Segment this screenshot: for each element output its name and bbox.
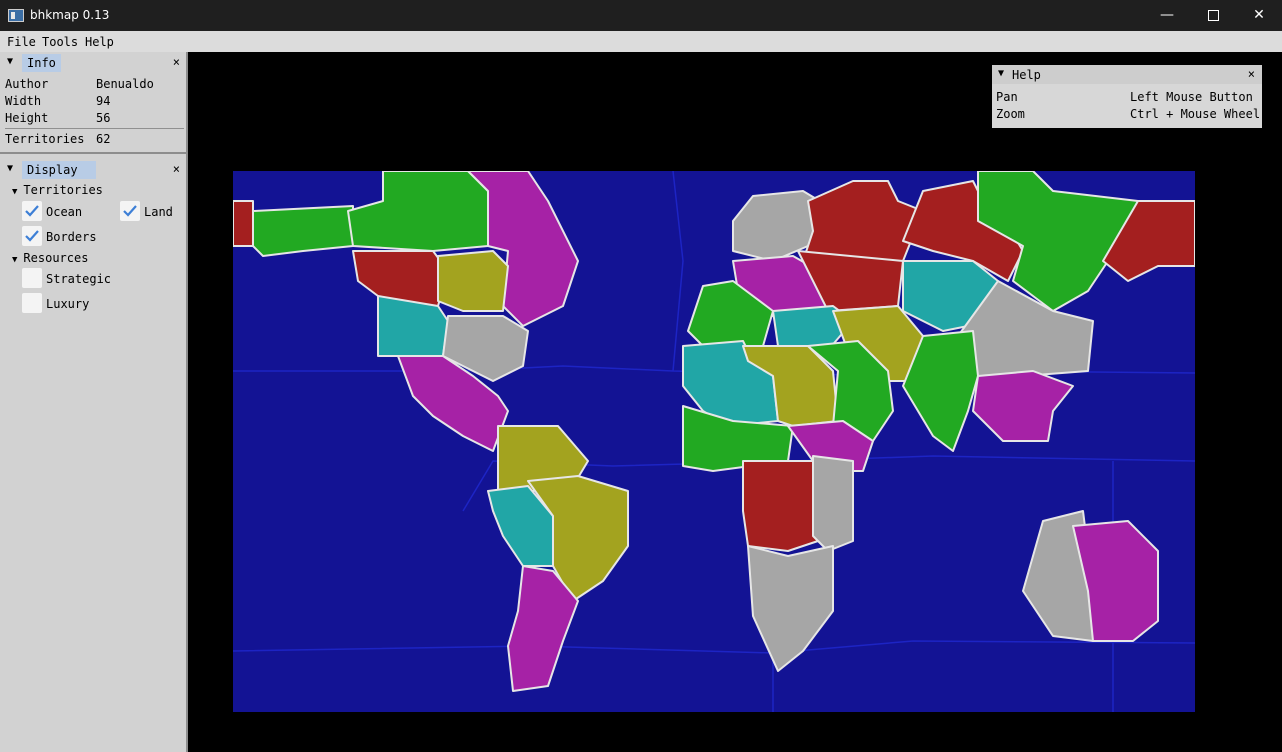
help-window-header[interactable]: ▼ Help ×: [992, 65, 1262, 84]
territory: [437, 250, 509, 312]
minimize-button[interactable]: —: [1144, 0, 1190, 31]
menu-help[interactable]: Help: [85, 35, 114, 49]
help-close-icon[interactable]: ×: [1248, 67, 1255, 81]
help-action: Pan: [996, 90, 1018, 104]
maximize-button[interactable]: [1190, 0, 1236, 31]
info-key: Height: [5, 111, 49, 125]
checkmark-icon: [123, 205, 137, 217]
borders-checkbox[interactable]: [22, 226, 42, 246]
menu-bar: File Tools Help: [0, 31, 1282, 52]
territory: [252, 205, 354, 257]
minimize-icon: —: [1160, 7, 1174, 23]
territory: [812, 455, 854, 552]
collapse-triangle-icon[interactable]: ▼: [998, 68, 1004, 79]
collapse-triangle-icon[interactable]: ▼: [7, 56, 13, 67]
borders-label: Borders: [46, 230, 97, 244]
land-label: Land: [144, 205, 173, 219]
separator: [5, 128, 184, 129]
territories-tree-node[interactable]: ▼ Territories: [12, 183, 103, 197]
strategic-checkbox[interactable]: [22, 268, 42, 288]
info-value: 62: [96, 132, 111, 146]
window-title: bhkmap 0.13: [30, 8, 110, 22]
info-panel-close-icon[interactable]: ×: [173, 55, 180, 69]
left-panel: ▼ Info × Author Benualdo Width 94 Height…: [0, 52, 188, 752]
info-value: 94: [96, 94, 111, 108]
info-panel-title: Info: [22, 54, 61, 72]
territory: [233, 200, 254, 247]
info-key: Territories: [5, 132, 85, 146]
menu-file[interactable]: File: [7, 35, 36, 49]
help-action: Zoom: [996, 107, 1025, 121]
strategic-label: Strategic: [46, 272, 112, 286]
territory: [742, 460, 819, 552]
info-panel-header[interactable]: ▼ Info ×: [0, 53, 186, 73]
close-window-button[interactable]: ✕: [1236, 0, 1282, 31]
panel-divider: [0, 152, 186, 154]
ocean-checkbox[interactable]: [22, 201, 42, 221]
title-bar: bhkmap 0.13 — ✕: [0, 0, 1282, 31]
map-viewport[interactable]: ▼ Help × Pan Left Mouse Button Zoom Ctrl…: [188, 52, 1282, 752]
close-icon: ✕: [1253, 7, 1265, 23]
menu-tools[interactable]: Tools: [42, 35, 78, 49]
maximize-icon: [1207, 9, 1219, 21]
world-map[interactable]: [233, 171, 1195, 712]
collapse-triangle-icon[interactable]: ▼: [7, 163, 13, 174]
expanded-triangle-icon: ▼: [12, 255, 18, 265]
resources-tree-node[interactable]: ▼ Resources: [12, 251, 88, 265]
tree-label: Territories: [23, 183, 103, 197]
checkmark-icon: [25, 205, 39, 217]
help-window-title: Help: [1012, 68, 1041, 82]
info-key: Author: [5, 77, 49, 91]
tree-label: Resources: [23, 251, 89, 265]
display-panel-title: Display: [22, 161, 96, 179]
info-value: 56: [96, 111, 111, 125]
checkmark-icon: [25, 230, 39, 242]
display-panel-header[interactable]: ▼ Display ×: [0, 160, 186, 180]
expanded-triangle-icon: ▼: [12, 187, 18, 197]
display-panel-close-icon[interactable]: ×: [173, 162, 180, 176]
luxury-checkbox[interactable]: [22, 293, 42, 313]
ocean-label: Ocean: [46, 205, 83, 219]
app-icon: [8, 9, 24, 22]
info-value: Benualdo: [96, 77, 154, 91]
help-binding: Left Mouse Button: [1130, 90, 1253, 104]
luxury-label: Luxury: [46, 297, 90, 311]
territory: [377, 295, 449, 357]
help-window[interactable]: ▼ Help × Pan Left Mouse Button Zoom Ctrl…: [992, 65, 1262, 128]
info-key: Width: [5, 94, 42, 108]
land-checkbox[interactable]: [120, 201, 140, 221]
help-binding: Ctrl + Mouse Wheel: [1130, 107, 1261, 121]
